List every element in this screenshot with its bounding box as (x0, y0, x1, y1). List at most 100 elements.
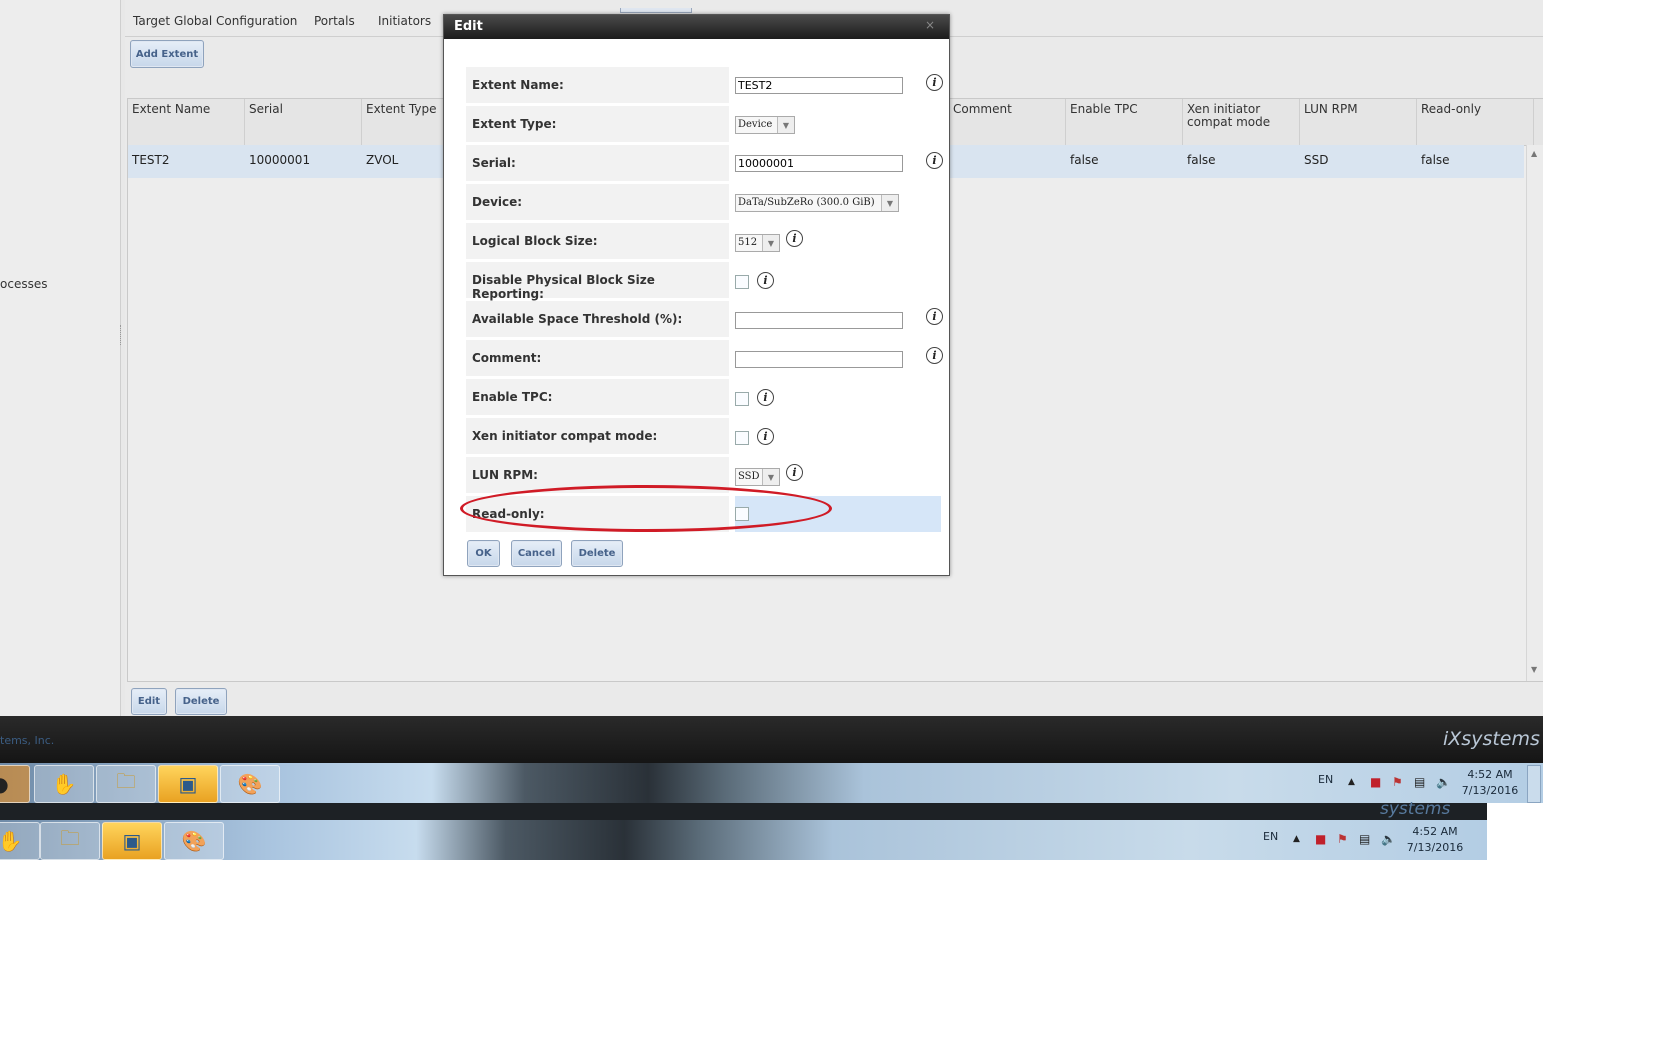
tray-expand-icon[interactable]: ▲ (1348, 777, 1355, 787)
dialog-title: Edit (454, 19, 483, 34)
remote-desktop-icon[interactable]: ▣ (102, 822, 162, 860)
file-explorer-icon[interactable]: 🗀 (96, 765, 156, 803)
xen-compat-label: Xen initiator compat mode: (466, 418, 729, 454)
extent-type-value: Device (738, 119, 773, 130)
tray-expand-icon[interactable]: ▲ (1293, 834, 1300, 844)
logical-block-size-label: Logical Block Size: (466, 223, 729, 259)
avail-space-label: Available Space Threshold (%): (466, 301, 729, 337)
logical-block-size-value: 512 (738, 237, 758, 248)
paint-icon[interactable]: 🎨 (164, 822, 224, 860)
network-icon[interactable]: ▤ (1359, 832, 1370, 846)
extent-name-input[interactable] (735, 77, 903, 94)
remote-desktop-icon[interactable]: ▣ (158, 765, 218, 803)
avail-space-input[interactable] (735, 312, 903, 329)
ixsystems-logo: iXsystems (1443, 728, 1540, 750)
chevron-down-icon[interactable]: ▼ (762, 469, 779, 485)
device-select[interactable]: DaTa/SubZeRo (300.0 GiB) ▼ (735, 194, 899, 212)
info-icon[interactable]: i (786, 230, 803, 247)
col-read-only[interactable]: Read-only (1417, 99, 1534, 145)
tray-app-icon[interactable]: ■ (1315, 832, 1326, 846)
clock[interactable]: 4:52 AM 7/13/2016 (1400, 824, 1470, 856)
col-comment[interactable]: Comment (949, 99, 1066, 145)
tray-app-icon[interactable]: ■ (1370, 775, 1381, 789)
taskbar: ● ✋ 🗀 ▣ 🎨 EN ▲ ■ ⚑ ▤ 🔈 4:52 AM 7/13/2016 (0, 763, 1543, 803)
cancel-button[interactable]: Cancel (511, 540, 562, 567)
action-center-icon[interactable]: ⚑ (1392, 775, 1403, 789)
xen-compat-checkbox[interactable] (735, 431, 749, 445)
cell-read-only: false (1421, 153, 1450, 167)
system-tray: EN ▲ ■ ⚑ ▤ 🔈 4:52 AM 7/13/2016 (1255, 820, 1487, 860)
annotation-ellipse (460, 485, 832, 532)
info-icon[interactable]: i (926, 74, 943, 91)
disable-pbs-label: Disable Physical Block Size Reporting: (466, 262, 729, 301)
hand-app-icon[interactable]: ✋ (0, 822, 40, 860)
field-enable-tpc: Enable TPC: i (466, 379, 941, 415)
clock-time: 4:52 AM (1412, 825, 1458, 838)
cell-extent-type: ZVOL (366, 153, 399, 167)
cell-lun-rpm: SSD (1304, 153, 1329, 167)
info-icon[interactable]: i (926, 347, 943, 364)
field-serial: Serial: i (466, 145, 943, 181)
tab-target-global-configuration[interactable]: Target Global Configuration (133, 14, 297, 28)
chevron-down-icon[interactable]: ▼ (762, 235, 779, 251)
scroll-down-icon[interactable]: ▼ (1531, 665, 1537, 674)
col-lun-rpm[interactable]: LUN RPM (1300, 99, 1417, 145)
info-icon[interactable]: i (757, 272, 774, 289)
field-extent-name: Extent Name: i (466, 67, 943, 103)
volume-icon[interactable]: 🔈 (1436, 775, 1451, 789)
language-indicator[interactable]: EN (1263, 830, 1278, 843)
serial-input[interactable] (735, 155, 903, 172)
comment-label: Comment: (466, 340, 729, 376)
network-icon[interactable]: ▤ (1414, 775, 1425, 789)
ok-button[interactable]: OK (467, 540, 500, 567)
tab-initiators[interactable]: Initiators (378, 14, 431, 28)
file-explorer-icon[interactable]: 🗀 (40, 822, 100, 860)
device-label: Device: (466, 184, 729, 220)
hand-app-icon[interactable]: ✋ (34, 765, 94, 803)
language-indicator[interactable]: EN (1318, 773, 1333, 786)
info-icon[interactable]: i (757, 428, 774, 445)
edit-button[interactable]: Edit (131, 688, 167, 715)
delete-button[interactable]: Delete (175, 688, 227, 715)
chevron-down-icon[interactable]: ▼ (777, 117, 794, 133)
field-available-space-threshold: Available Space Threshold (%): i (466, 301, 943, 337)
chevron-down-icon[interactable]: ▼ (881, 195, 898, 211)
lun-rpm-select[interactable]: SSD ▼ (735, 468, 780, 486)
field-device: Device: DaTa/SubZeRo (300.0 GiB) ▼ (466, 184, 941, 220)
col-xen-compat[interactable]: Xen initiator compat mode (1183, 99, 1300, 145)
tab-portals[interactable]: Portals (314, 14, 355, 28)
dialog-titlebar[interactable]: Edit × (444, 15, 949, 39)
show-desktop-button[interactable] (1527, 765, 1541, 803)
clock[interactable]: 4:52 AM 7/13/2016 (1455, 767, 1525, 799)
enable-tpc-checkbox[interactable] (735, 392, 749, 406)
clock-date: 7/13/2016 (1406, 841, 1464, 854)
volume-icon[interactable]: 🔈 (1381, 832, 1396, 846)
disable-pbs-checkbox[interactable] (735, 275, 749, 289)
logical-block-size-select[interactable]: 512 ▼ (735, 234, 780, 252)
extent-type-select[interactable]: Device ▼ (735, 116, 795, 134)
field-logical-block-size: Logical Block Size: 512 ▼ i (466, 223, 941, 259)
field-comment: Comment: i (466, 340, 943, 376)
close-icon[interactable]: × (925, 18, 935, 32)
field-extent-type: Extent Type: Device ▼ (466, 106, 941, 142)
serial-label: Serial: (466, 145, 729, 181)
comment-input[interactable] (735, 351, 903, 368)
dialog-delete-button[interactable]: Delete (571, 540, 623, 567)
add-extent-button[interactable]: Add Extent (130, 40, 204, 68)
table-scrollbar[interactable]: ▲ ▼ (1526, 145, 1543, 681)
tab-extents-marker[interactable] (620, 8, 692, 13)
paint-icon[interactable]: 🎨 (220, 765, 280, 803)
col-enable-tpc[interactable]: Enable TPC (1066, 99, 1183, 145)
action-center-icon[interactable]: ⚑ (1337, 832, 1348, 846)
cell-xen-compat: false (1187, 153, 1216, 167)
firefox-icon[interactable]: ● (0, 765, 30, 803)
panel-splitter[interactable] (120, 325, 124, 345)
cell-enable-tpc: false (1070, 153, 1099, 167)
info-icon[interactable]: i (926, 152, 943, 169)
info-icon[interactable]: i (757, 389, 774, 406)
info-icon[interactable]: i (786, 464, 803, 481)
col-extent-name[interactable]: Extent Name (128, 99, 245, 145)
col-serial[interactable]: Serial (245, 99, 362, 145)
info-icon[interactable]: i (926, 308, 943, 325)
scroll-up-icon[interactable]: ▲ (1531, 149, 1537, 158)
